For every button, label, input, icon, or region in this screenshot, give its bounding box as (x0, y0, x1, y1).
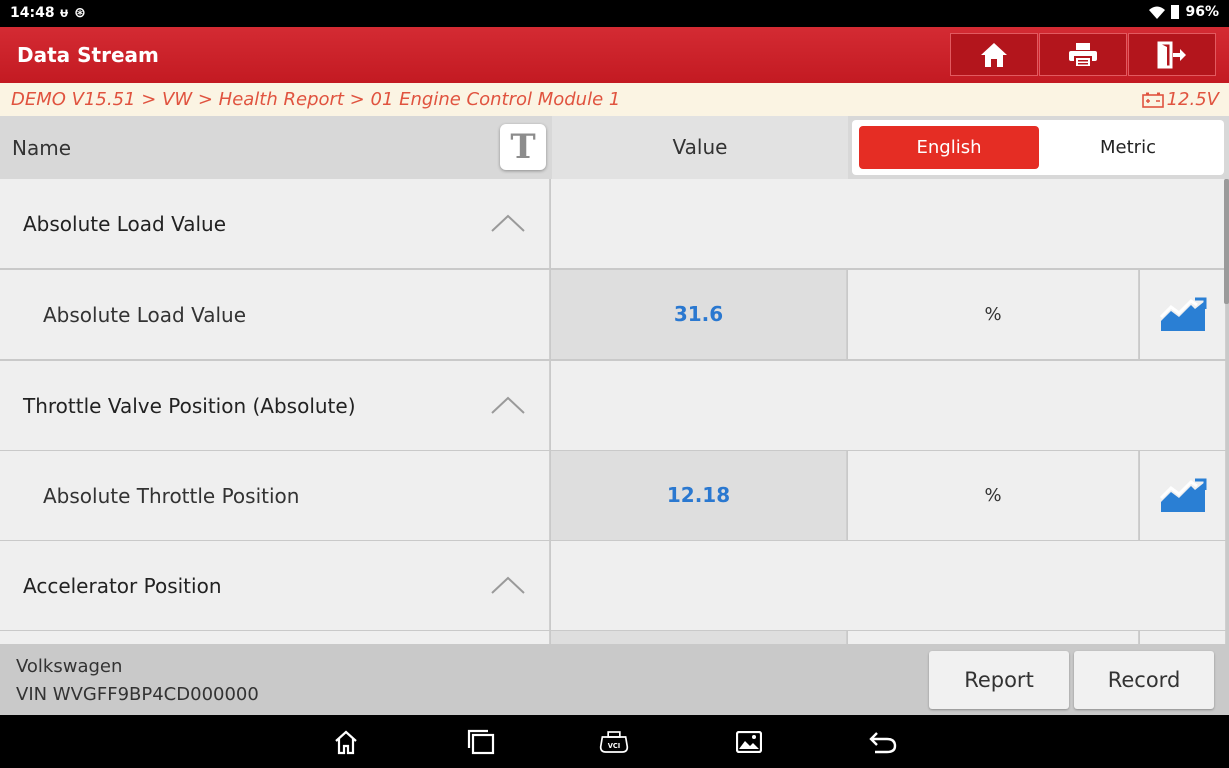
footer-bar: Volkswagen VIN WVGFF9BP4CD000000 Report … (0, 644, 1229, 715)
item-name: Absolute Throttle Position (43, 484, 300, 508)
status-right: 96% (1149, 4, 1219, 20)
table-row[interactable]: Absolute Throttle Position 12.18 % (0, 451, 1229, 540)
group-name-cell: Accelerator Position (0, 541, 550, 630)
status-bar: 14:48 ᵾ⊛ 96% (0, 0, 1229, 27)
name-header-label: Name (12, 136, 72, 160)
record-button[interactable]: Record (1074, 651, 1214, 709)
recents-icon (467, 729, 495, 755)
item-unit (848, 631, 1139, 644)
group-header-row[interactable]: Throttle Valve Position (Absolute) (0, 361, 1229, 450)
voltage-value: 12.5V (1166, 89, 1219, 110)
battery-percent: 96% (1185, 4, 1219, 20)
group-empty-cell (551, 541, 1226, 630)
car-battery-icon (1141, 92, 1164, 108)
print-button[interactable] (1039, 33, 1127, 76)
scrollbar[interactable] (1224, 179, 1229, 304)
unit-option-english[interactable]: English (859, 126, 1039, 169)
chart-trend-icon (1159, 478, 1206, 512)
item-unit: % (848, 451, 1139, 540)
group-name: Throttle Valve Position (Absolute) (23, 394, 356, 418)
chevron-up-icon[interactable] (490, 394, 526, 416)
chevron-up-icon[interactable] (490, 574, 526, 596)
text-size-button[interactable]: T (500, 124, 546, 170)
name-column-header: Name T (0, 116, 550, 179)
table-header: Name T Value English Metric (0, 116, 1229, 179)
battery-icon (1171, 5, 1180, 19)
breadcrumb: DEMO V15.51 > VW > Health Report > 01 En… (0, 83, 1229, 116)
group-name-cell: Throttle Valve Position (Absolute) (0, 361, 550, 450)
system-nav-bar: VCI (0, 715, 1229, 768)
nav-recents-button[interactable] (466, 727, 496, 757)
app-header: Data Stream (0, 27, 1229, 83)
notification-icons: ᵾ⊛ (60, 4, 92, 21)
table-row[interactable] (0, 631, 1229, 644)
wifi-icon (1149, 6, 1166, 19)
image-icon (736, 731, 762, 753)
item-name: Absolute Load Value (43, 303, 247, 327)
value-column-header: Value (552, 116, 848, 179)
exit-icon (1157, 41, 1186, 68)
group-name-cell: Absolute Load Value (0, 179, 550, 268)
nav-vci-button[interactable]: VCI (599, 727, 629, 757)
home-outline-icon (335, 730, 357, 755)
unit-toggle: English Metric (852, 120, 1224, 175)
vci-icon: VCI (599, 731, 629, 753)
back-arrow-icon (869, 732, 897, 754)
chart-trend-icon (1159, 297, 1206, 331)
group-header-row[interactable]: Absolute Load Value (0, 179, 1229, 268)
nav-back-button[interactable] (868, 727, 898, 757)
status-time: 14:48 (10, 5, 55, 21)
data-stream-list[interactable]: Absolute Load Value Absolute Load Value … (0, 179, 1229, 644)
group-empty-cell (551, 179, 1226, 268)
printer-icon (1069, 42, 1097, 68)
item-value (551, 631, 847, 644)
group-name: Absolute Load Value (23, 212, 227, 236)
vci-status-icon: ᵾ (60, 5, 75, 21)
item-value: 12.18 (551, 451, 847, 540)
breadcrumb-path: DEMO V15.51 > VW > Health Report > 01 En… (11, 89, 621, 110)
item-name-cell: Absolute Throttle Position (0, 451, 550, 540)
item-value: 31.6 (551, 270, 847, 359)
unit-option-metric[interactable]: Metric (1038, 126, 1218, 169)
vehicle-vin: VIN WVGFF9BP4CD000000 (16, 684, 259, 705)
group-empty-cell (551, 361, 1226, 450)
table-row[interactable]: Absolute Load Value 31.6 % (0, 270, 1229, 359)
nav-screenshot-button[interactable] (734, 727, 764, 757)
home-button[interactable] (950, 33, 1038, 76)
group-name: Accelerator Position (23, 574, 222, 598)
item-name-cell (0, 631, 550, 644)
exit-button[interactable] (1128, 33, 1216, 76)
page-title: Data Stream (17, 43, 159, 67)
svg-text:VCI: VCI (608, 742, 621, 750)
graph-button[interactable] (1140, 270, 1226, 359)
graph-button[interactable] (1140, 451, 1226, 540)
nav-home-button[interactable] (331, 727, 361, 757)
item-name-cell: Absolute Load Value (0, 270, 550, 359)
group-header-row[interactable]: Accelerator Position (0, 541, 1229, 630)
graph-button[interactable] (1140, 631, 1226, 644)
battery-voltage: 12.5V (1141, 89, 1219, 110)
item-unit: % (848, 270, 1139, 359)
chevron-up-icon[interactable] (490, 212, 526, 234)
bluetooth-icon: ⊛ (74, 5, 92, 21)
vehicle-make: Volkswagen (16, 656, 123, 677)
report-button[interactable]: Report (929, 651, 1069, 709)
home-icon (981, 42, 1007, 67)
